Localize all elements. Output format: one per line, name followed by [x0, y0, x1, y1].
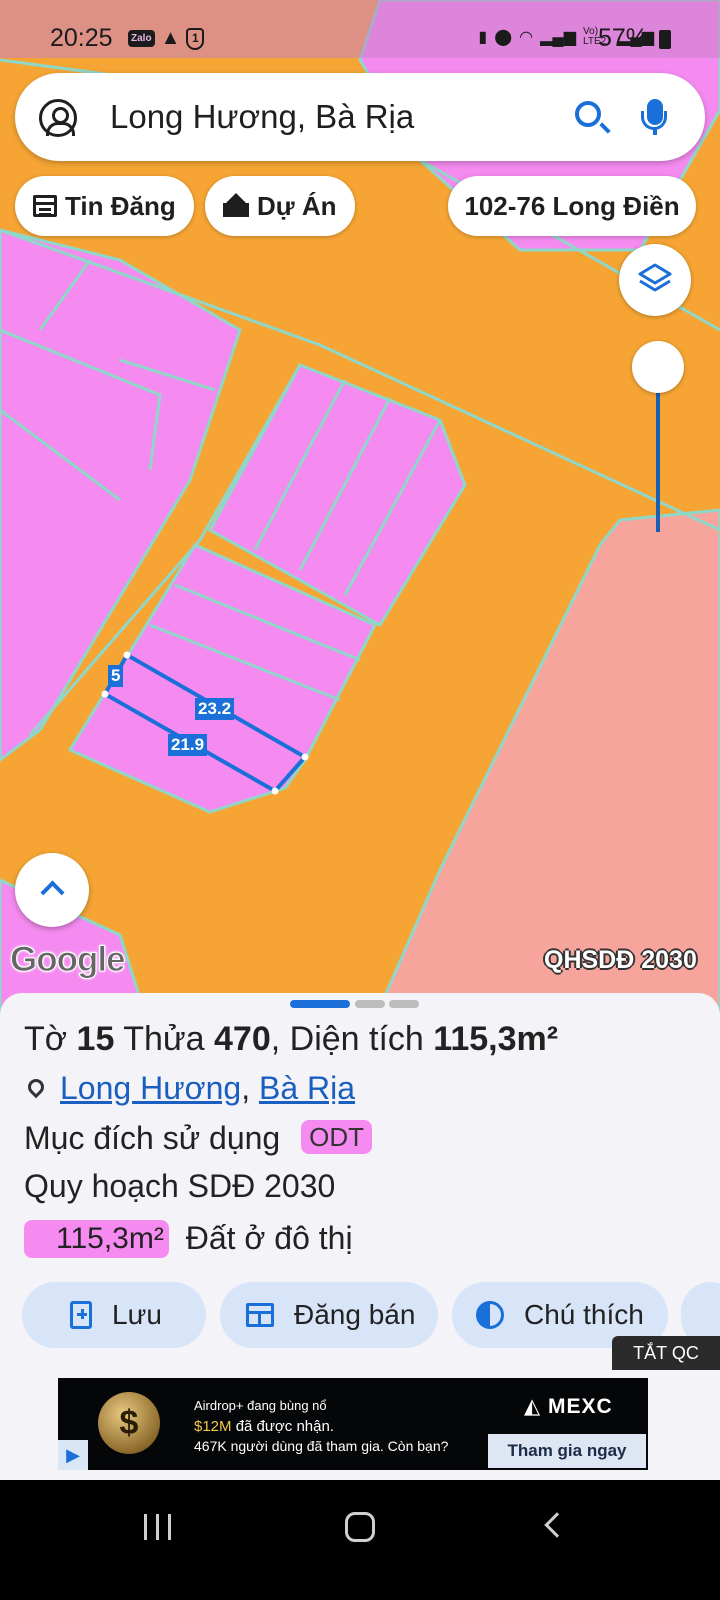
- parcel-prefix: Thửa: [123, 1020, 205, 1058]
- measure-label-bottom: 21.9: [168, 734, 208, 756]
- location-link-ward[interactable]: Long Hương: [60, 1070, 241, 1106]
- mic-stand: [653, 127, 657, 135]
- legend-label: Chú thích: [524, 1299, 644, 1330]
- save-icon: [70, 1301, 92, 1329]
- measure-label-top: 23.2: [195, 698, 235, 720]
- save-button[interactable]: Lưu: [22, 1282, 206, 1348]
- ad-choices-icon[interactable]: ▶: [58, 1440, 88, 1470]
- parcel-summary: Tờ 15 Thửa 470, Diện tích 115,3m²: [24, 1020, 558, 1059]
- area-prefix: , Diện tích: [270, 1020, 424, 1058]
- ad-brand-logo: ◭ MEXC: [524, 1395, 613, 1418]
- coin-icon: $: [98, 1392, 160, 1454]
- battery-icon: [659, 30, 671, 49]
- ad-amount: $12M: [194, 1418, 232, 1435]
- plan-label: Quy hoạch SDĐ 2030: [24, 1168, 336, 1204]
- purpose-label: Mục đích sử dụng: [24, 1120, 281, 1156]
- parcel-number: 470: [214, 1020, 271, 1058]
- ad-banner[interactable]: $ ▶ Airdrop+ đang bùng nổ $12M đã được n…: [58, 1378, 648, 1470]
- signal-icon: ▂▄▆: [540, 29, 577, 46]
- plan-landuse-label: Đất ở đô thị: [185, 1220, 353, 1256]
- sheet-number: 15: [76, 1020, 115, 1058]
- calendar-icon: [33, 195, 57, 217]
- plan-area-badge: 115,3m²: [24, 1220, 169, 1258]
- sheet-page-indicator[interactable]: [355, 1000, 385, 1008]
- plan-area-row: 115,3m² Đất ở đô thị: [24, 1220, 353, 1259]
- chip-tin-dang[interactable]: Tin Đăng: [15, 176, 194, 236]
- home-icon[interactable]: [345, 1512, 375, 1542]
- shield-icon: 1: [186, 27, 205, 50]
- wifi-icon: ◠: [519, 29, 534, 46]
- warning-icon: ▲: [160, 27, 181, 49]
- search-input[interactable]: Long Hương, Bà Rịa: [110, 98, 414, 136]
- chip-du-an[interactable]: Dự Án: [205, 176, 355, 236]
- chip-label: Tin Đăng: [65, 190, 176, 221]
- land-use-purpose: Mục đích sử dụng ODT: [24, 1120, 372, 1157]
- status-bar: 20:25 Zalo ▲ 1 ▮ ⬤ ◠ ▂▄▆ Vo) LTE2 ▂▄▆ 57…: [0, 0, 720, 58]
- sheet-page-indicator-active[interactable]: [290, 1000, 350, 1008]
- location-link-city[interactable]: Bà Rịa: [259, 1070, 355, 1106]
- notification-icons: Zalo ▲ 1: [128, 27, 205, 50]
- listing-icon: [246, 1303, 274, 1327]
- phone-screen: 5 23.2 21.9 Google QHSDĐ 2030 20:25 Zalo…: [0, 0, 720, 1600]
- opacity-slider-handle[interactable]: [632, 341, 684, 393]
- purpose-code-badge: ODT: [301, 1120, 372, 1154]
- ad-amount-text: đã được nhận.: [231, 1418, 334, 1435]
- chip-location[interactable]: 102-76 Long Điền: [448, 176, 696, 236]
- location-pin-icon: [24, 1075, 48, 1099]
- battery-percent: 57%: [598, 24, 649, 52]
- status-time: 20:25: [50, 24, 113, 52]
- sim-icon: ▮: [478, 29, 488, 46]
- hide-ads-button[interactable]: TẮT QC: [612, 1336, 720, 1370]
- layers-icon: [638, 263, 672, 292]
- house-icon: [223, 193, 249, 217]
- ad-users-line: 467K người dùng đã tham gia. Còn bạn?: [194, 1438, 449, 1454]
- location-separator: ,: [241, 1070, 251, 1106]
- post-sale-label: Đăng bán: [294, 1299, 416, 1330]
- recents-icon[interactable]: [144, 1514, 172, 1540]
- account-icon[interactable]: [39, 99, 77, 137]
- save-label: Lưu: [112, 1299, 162, 1330]
- zalo-icon: Zalo: [128, 30, 155, 47]
- mic-icon[interactable]: [641, 99, 667, 130]
- sheet-page-indicator[interactable]: [389, 1000, 419, 1008]
- parcel-location: Long Hương, Bà Rịa: [24, 1070, 355, 1107]
- layers-button[interactable]: [619, 244, 691, 316]
- google-logo: Google: [10, 940, 127, 980]
- search-icon[interactable]: [575, 101, 601, 127]
- parcel-area: 115,3m²: [433, 1020, 559, 1058]
- opacity-slider-track[interactable]: [656, 370, 660, 532]
- chip-label: 102-76 Long Điền: [464, 190, 680, 221]
- post-sale-button[interactable]: Đăng bán: [220, 1282, 438, 1348]
- chip-label: Dự Án: [257, 190, 337, 221]
- sheet-prefix: Tờ: [24, 1020, 68, 1058]
- expand-up-button[interactable]: [15, 853, 89, 927]
- ad-cta-button[interactable]: Tham gia ngay: [488, 1434, 646, 1468]
- location-icon: ⬤: [494, 29, 513, 46]
- legend-icon: [476, 1301, 504, 1329]
- ad-headline: Airdrop+ đang bùng nổ: [194, 1398, 327, 1413]
- ad-amount-line: $12M đã được nhận.: [194, 1418, 334, 1435]
- map-overlay-label: QHSDĐ 2030: [544, 946, 697, 974]
- search-bar[interactable]: Long Hương, Bà Rịa: [15, 73, 705, 161]
- measure-label-side: 5: [108, 665, 124, 687]
